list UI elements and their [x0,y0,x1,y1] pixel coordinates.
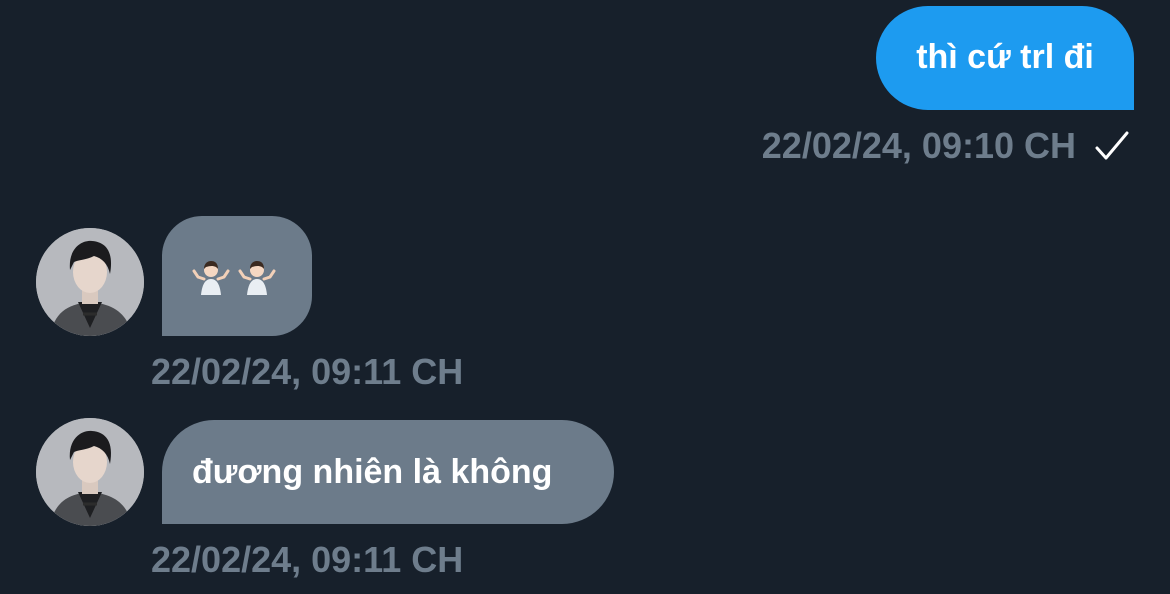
message-text: thì cứ trl đi [916,37,1094,76]
message-timestamp: 22/02/24, 09:11 CH [151,351,464,392]
incoming-message-bubble[interactable]: đương nhiên là không [162,420,614,524]
checkmark-icon [1095,131,1129,160]
outgoing-message-bubble[interactable]: thì cứ trl đi [876,6,1134,110]
message-timestamp: 22/02/24, 09:11 CH [151,539,464,580]
contact-avatar[interactable] [36,418,144,526]
person-shrugging-emoji [192,261,230,295]
message-timestamp: 22/02/24, 09:10 CH [761,125,1076,166]
incoming-message-bubble[interactable] [162,216,312,336]
contact-avatar[interactable] [36,228,144,336]
message-text: đương nhiên là không [192,452,553,491]
person-shrugging-emoji [238,261,276,295]
